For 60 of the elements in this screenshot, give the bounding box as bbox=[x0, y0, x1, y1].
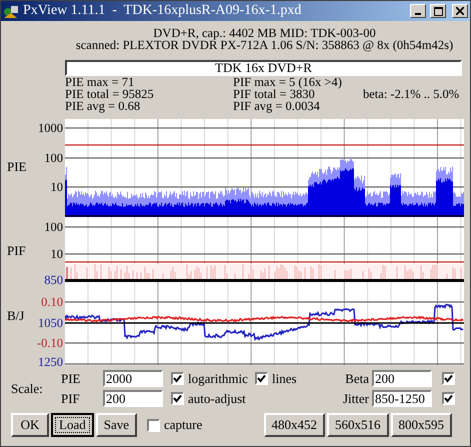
dialog-button[interactable]: OK bbox=[11, 413, 49, 437]
minimize-button[interactable] bbox=[410, 4, 426, 18]
axis-tick-label: 1000 bbox=[38, 122, 63, 134]
scale-input-field[interactable]: 2000 bbox=[103, 370, 163, 387]
pie-stat-text: PIE total = 95825 bbox=[65, 88, 155, 100]
beta-checkbox[interactable] bbox=[442, 372, 455, 385]
panel-label: B/J bbox=[7, 308, 24, 324]
check-icon bbox=[444, 394, 453, 403]
beta-range-text: beta: -2.1% .. 5.0% bbox=[363, 88, 460, 100]
beta-label: Beta bbox=[344, 370, 370, 386]
option-label: lines bbox=[272, 370, 297, 386]
pif-stat-text: PIF avg = 0.0034 bbox=[233, 100, 321, 112]
jitter-label: Jitter bbox=[342, 390, 370, 406]
axis-tick-label: 10 bbox=[50, 181, 63, 193]
scale-field-label: PIF bbox=[61, 390, 81, 406]
scan-info-text: DVD+R, cap.: 4402 MB MID: TDK-003-00 bbox=[152, 27, 377, 39]
scale-label: Scale: bbox=[10, 380, 44, 396]
option-label: auto-adjust bbox=[188, 390, 246, 406]
option-checkbox[interactable] bbox=[171, 392, 184, 405]
axis-tick-label: 100 bbox=[44, 221, 63, 233]
window-size-button[interactable]: 480x452 bbox=[264, 413, 325, 437]
maximize-button[interactable] bbox=[430, 4, 446, 18]
axis-tick-label: -0.10 bbox=[36, 337, 63, 349]
close-icon bbox=[456, 7, 464, 15]
option-checkbox[interactable] bbox=[171, 372, 184, 385]
window-title: PxView 1.11.1 - TDK-16xplusR-A09-16x-1.pxd bbox=[23, 3, 302, 19]
option-checkbox[interactable] bbox=[255, 372, 268, 385]
check-icon bbox=[173, 374, 182, 383]
app-icon bbox=[3, 3, 19, 19]
beta-input-field[interactable]: 200 bbox=[372, 370, 432, 387]
pif-stat-text: PIF max = 5 (16x >4) bbox=[233, 76, 343, 88]
capture-checkbox[interactable] bbox=[147, 418, 160, 432]
axis-tick-label: 1250 bbox=[38, 356, 63, 368]
axis-tick-label: 100 bbox=[44, 152, 63, 164]
scale-field-label: PIE bbox=[61, 370, 82, 386]
option-label: logarithmic bbox=[188, 370, 248, 386]
disc-label-field[interactable]: TDK 16x DVD+R bbox=[65, 60, 462, 76]
jitter-checkbox[interactable] bbox=[442, 392, 455, 405]
check-icon bbox=[173, 394, 182, 403]
scale-input-field[interactable]: 200 bbox=[103, 390, 163, 407]
axis-tick-label: 10 bbox=[50, 248, 63, 260]
axis-tick-label: 1050 bbox=[38, 317, 63, 329]
close-button[interactable] bbox=[452, 4, 468, 18]
check-icon bbox=[257, 374, 266, 383]
axis-tick-label: 850 bbox=[44, 274, 63, 286]
window-size-button[interactable]: 560x516 bbox=[327, 413, 388, 437]
pie-stat-text: PIE avg = 0.68 bbox=[65, 100, 142, 112]
scan-info-text: scanned: PLEXTOR DVDR PX-712A 1.06 S/N: 358863 @ 8x (0h54m42s) bbox=[74, 39, 454, 51]
panel-label: PIF bbox=[7, 243, 26, 259]
maximize-icon bbox=[434, 6, 442, 16]
pie-stat-text: PIE max = 71 bbox=[65, 76, 136, 88]
pif-stat-text: PIF total = 3830 bbox=[233, 88, 315, 100]
axis-tick-label: 0.10 bbox=[41, 296, 63, 308]
panel-label: PIE bbox=[7, 159, 26, 175]
check-icon bbox=[444, 374, 453, 383]
dialog-button[interactable]: Load bbox=[51, 413, 94, 437]
capture-label: capture bbox=[164, 417, 202, 433]
window-size-button[interactable]: 800x595 bbox=[390, 413, 452, 437]
dialog-button[interactable]: Save bbox=[96, 413, 137, 437]
jitter-input-field[interactable]: 850-1250 bbox=[372, 390, 432, 407]
